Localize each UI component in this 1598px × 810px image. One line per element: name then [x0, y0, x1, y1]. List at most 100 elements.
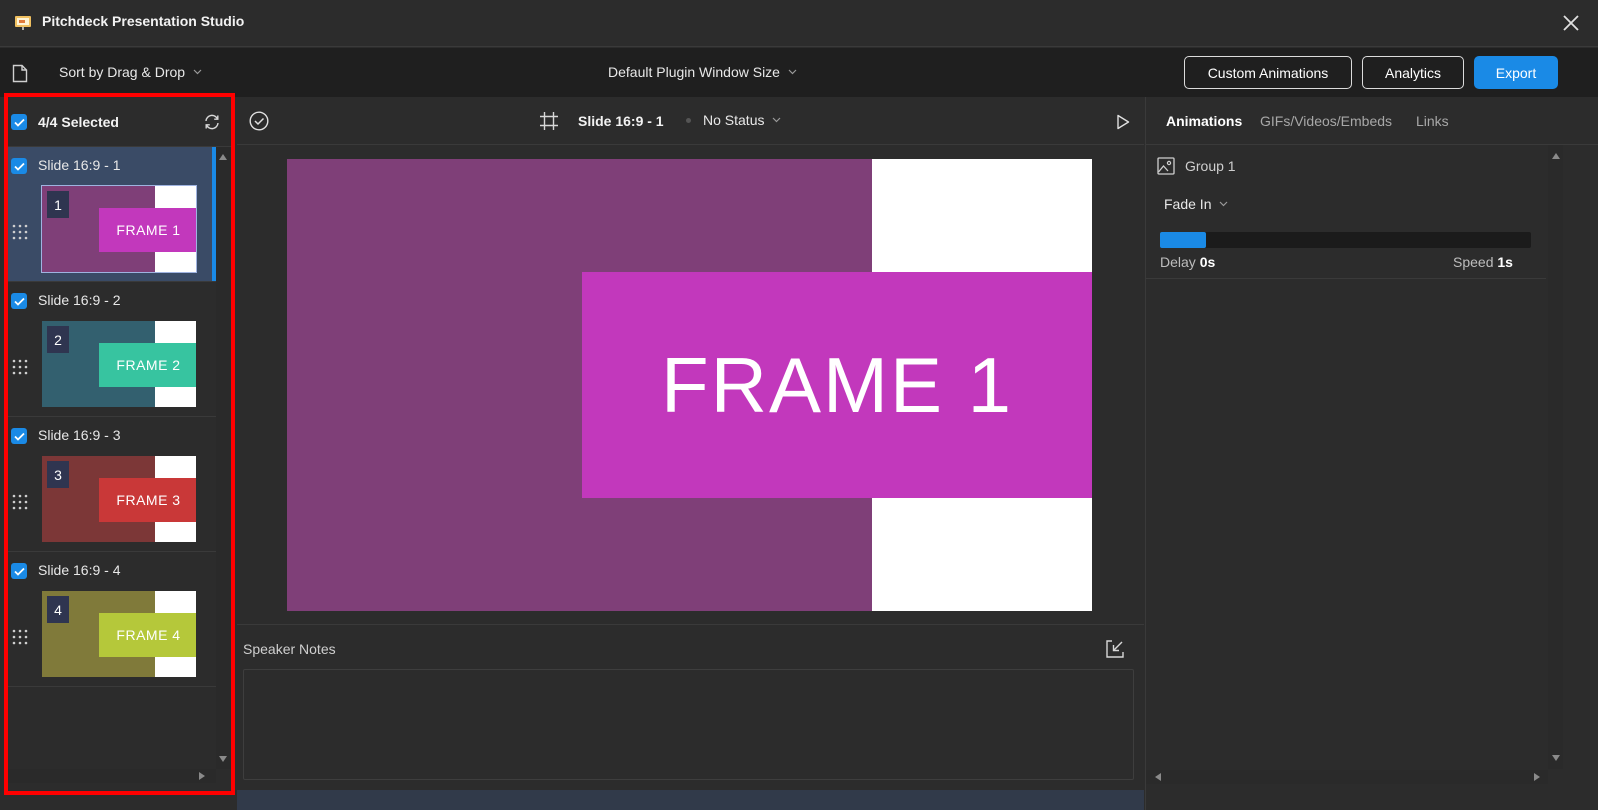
editor-header: Slide 16:9 - 1 No Status [237, 97, 1144, 145]
panel-scrollbar[interactable] [1548, 145, 1563, 769]
slide-title: Slide 16:9 - 1 [578, 113, 664, 129]
slide-name: Slide 16:9 - 2 [38, 292, 121, 308]
image-icon [1157, 157, 1175, 175]
panel-horizontal-scrollbar[interactable] [1146, 770, 1548, 784]
slide-number: 1 [47, 191, 69, 218]
slides-panel: 4/4 Selected Slide 16:9 - 1 FRAME 1 1 Sl… [4, 97, 235, 809]
timeline-fill[interactable] [1160, 232, 1207, 248]
bottom-strip [237, 790, 1144, 810]
document-icon[interactable] [12, 64, 28, 83]
slide-canvas-area: FRAME 1 [237, 146, 1144, 624]
thumbnail-frame: FRAME 3 [99, 478, 196, 522]
delay-label: Delay [1160, 254, 1196, 270]
sort-dropdown-label: Sort by Drag & Drop [59, 64, 186, 80]
slide-checkbox[interactable] [11, 293, 27, 309]
scroll-right-icon[interactable] [1534, 773, 1540, 781]
checkmark-icon [13, 297, 25, 306]
tab-gifs-videos-embeds[interactable]: GIFs/Videos/Embeds [1260, 113, 1392, 129]
slide-thumbnail[interactable]: FRAME 4 4 [41, 590, 197, 678]
thumbnail-frame: FRAME 4 [99, 613, 196, 657]
slide-item[interactable]: Slide 16:9 - 2 FRAME 2 2 [4, 282, 216, 417]
group-name: Group 1 [1185, 158, 1236, 174]
analytics-button[interactable]: Analytics [1362, 56, 1464, 89]
speed-value: 1s [1497, 254, 1513, 270]
thumbnail-frame: FRAME 1 [99, 208, 196, 252]
close-icon[interactable] [1562, 14, 1580, 32]
divider [237, 624, 1144, 625]
slide-item[interactable]: Slide 16:9 - 3 FRAME 3 3 [4, 417, 216, 552]
window-size-label: Default Plugin Window Size [608, 64, 780, 80]
scroll-up-icon[interactable] [219, 154, 227, 160]
scroll-left-icon[interactable] [1155, 773, 1161, 781]
delay-value: 0s [1199, 254, 1216, 270]
scroll-up-icon[interactable] [1552, 153, 1560, 159]
slide-thumbnail[interactable]: FRAME 2 2 [41, 320, 197, 408]
divider [1146, 278, 1546, 279]
slide-name: Slide 16:9 - 1 [38, 157, 121, 173]
speed-label: Speed [1453, 254, 1494, 270]
slides-list: Slide 16:9 - 1 FRAME 1 1 Slide 16:9 - 2 [4, 147, 216, 777]
play-icon[interactable] [1116, 114, 1130, 130]
checkmark-icon [13, 567, 25, 576]
slide-thumbnail[interactable]: FRAME 1 1 [41, 185, 197, 273]
properties-panel: Animations GIFs/Videos/Embeds Links Grou… [1145, 97, 1598, 810]
scroll-down-icon[interactable] [219, 756, 227, 762]
drag-handle-icon[interactable] [12, 224, 28, 240]
checkmark-icon [13, 162, 25, 171]
chevron-down-icon [193, 69, 202, 75]
slides-scrollbar[interactable] [216, 147, 231, 769]
animation-timeline[interactable] [1160, 232, 1531, 248]
status-dropdown[interactable]: No Status [703, 112, 781, 128]
speed-info: Speed 1s [1453, 254, 1513, 270]
frame-icon [540, 112, 558, 130]
sort-dropdown[interactable]: Sort by Drag & Drop [59, 64, 202, 80]
speaker-notes-label: Speaker Notes [243, 641, 336, 657]
slide-number: 4 [47, 596, 69, 623]
app-logo-icon [15, 16, 31, 30]
slide-checkbox[interactable] [11, 428, 27, 444]
drag-handle-icon[interactable] [12, 629, 28, 645]
effect-label: Fade In [1164, 196, 1212, 212]
chevron-down-icon [788, 69, 797, 75]
slide-name: Slide 16:9 - 3 [38, 427, 121, 443]
thumbnail-frame: FRAME 2 [99, 343, 196, 387]
scroll-down-icon[interactable] [1552, 755, 1560, 761]
status-label: No Status [703, 112, 765, 128]
delay-info: Delay 0s [1160, 254, 1215, 270]
speaker-notes-textarea[interactable] [243, 669, 1134, 780]
slide-thumbnail[interactable]: FRAME 3 3 [41, 455, 197, 543]
custom-animations-button[interactable]: Custom Animations [1184, 56, 1352, 89]
chevron-down-icon [1220, 201, 1228, 207]
check-circle-icon[interactable] [249, 111, 269, 131]
slide-name: Slide 16:9 - 4 [38, 562, 121, 578]
import-notes-icon[interactable] [1105, 639, 1125, 659]
window-size-dropdown[interactable]: Default Plugin Window Size [608, 64, 797, 80]
slide-checkbox[interactable] [11, 158, 27, 174]
tab-animations[interactable]: Animations [1166, 113, 1242, 129]
selected-count: 4/4 Selected [38, 114, 119, 130]
export-button[interactable]: Export [1474, 56, 1558, 89]
slides-panel-header: 4/4 Selected [4, 97, 235, 147]
scroll-right-icon[interactable] [199, 772, 205, 780]
slides-horizontal-scrollbar[interactable] [4, 769, 216, 783]
slide-canvas[interactable]: FRAME 1 [287, 159, 1092, 611]
animation-effect-dropdown[interactable]: Fade In [1164, 196, 1228, 212]
checkmark-icon [13, 432, 25, 441]
status-dot [686, 118, 691, 123]
slide-item[interactable]: Slide 16:9 - 1 FRAME 1 1 [4, 147, 216, 282]
app-title: Pitchdeck Presentation Studio [42, 13, 245, 29]
drag-handle-icon[interactable] [12, 494, 28, 510]
select-all-checkbox[interactable] [11, 114, 27, 130]
drag-handle-icon[interactable] [12, 359, 28, 375]
checkmark-icon [13, 118, 25, 127]
refresh-icon[interactable] [203, 113, 221, 131]
panel-tabs: Animations GIFs/Videos/Embeds Links [1146, 97, 1598, 145]
tab-links[interactable]: Links [1416, 113, 1449, 129]
toolbar: Sort by Drag & Drop Default Plugin Windo… [0, 48, 1598, 97]
chevron-down-icon [773, 117, 781, 123]
slide-number: 2 [47, 326, 69, 353]
title-bar: Pitchdeck Presentation Studio [0, 0, 1598, 47]
slide-item[interactable]: Slide 16:9 - 4 FRAME 4 4 [4, 552, 216, 687]
canvas-frame[interactable]: FRAME 1 [582, 272, 1092, 498]
slide-checkbox[interactable] [11, 563, 27, 579]
